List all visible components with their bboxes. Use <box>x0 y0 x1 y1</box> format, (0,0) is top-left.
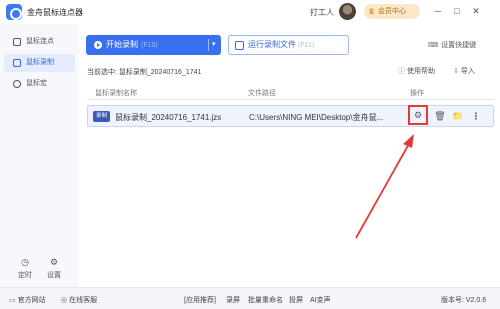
minimize-icon[interactable]: ─ <box>432 6 444 16</box>
vip-center-button[interactable]: 会员中心 <box>364 4 420 19</box>
help-link[interactable]: ⓘ 使用帮助 <box>398 66 435 76</box>
headset-icon: ◎ <box>61 297 68 304</box>
app-link-screen-record[interactable]: 录屏 <box>226 295 240 305</box>
play-icon <box>94 41 102 49</box>
row-settings-icon[interactable]: ⚙ <box>408 105 428 125</box>
app-logo-icon <box>6 4 22 20</box>
timer-button[interactable]: ◷ 定时 <box>10 257 40 280</box>
run-recording-file-button[interactable]: 运行录制文件 (F11) <box>228 35 349 55</box>
sidebar-item-label: 鼠标录制 <box>26 59 54 66</box>
current-selection: 当前选中: 鼠标录制_20240716_1741 <box>87 69 202 76</box>
run-file-icon <box>235 41 244 50</box>
keyboard-icon: ⌨ <box>428 42 439 49</box>
sidebar-item-mouse-click[interactable]: 鼠标连点 <box>4 33 75 51</box>
settings-label: 设置 <box>47 272 61 279</box>
online-service-label: 在线客服 <box>69 297 98 304</box>
app-link-ai-voice[interactable]: AI变声 <box>310 295 331 305</box>
cursor-icon <box>13 38 21 46</box>
sidebar: 鼠标连点 鼠标录制 鼠标宏 <box>0 24 79 287</box>
clock-icon: ◷ <box>21 257 29 267</box>
recording-name: 鼠标录制_20240716_1741.jzs <box>115 113 222 122</box>
column-header-path: 文件路径 <box>248 90 276 97</box>
sidebar-item-label: 鼠标宏 <box>26 80 47 87</box>
column-header-name: 鼠标录制名称 <box>95 90 137 97</box>
column-header-actions: 操作 <box>410 90 424 97</box>
sidebar-item-label: 鼠标连点 <box>26 38 54 45</box>
maximize-icon[interactable]: □ <box>451 6 463 16</box>
start-hotkey: (F10) <box>141 42 158 49</box>
run-recording-label: 运行录制文件 <box>248 40 296 49</box>
run-hotkey: (F11) <box>298 42 315 49</box>
app-title: 金舟鼠标连点器 <box>27 8 83 17</box>
title-bar: 金舟鼠标连点器 打工人 会员中心 ─ □ ✕ <box>0 0 500 24</box>
sidebar-item-mouse-record[interactable]: 鼠标录制 <box>4 54 75 72</box>
delete-icon[interactable]: 🗑 <box>433 109 447 123</box>
settings-button[interactable]: ⚙ 设置 <box>39 257 69 280</box>
macro-icon <box>13 80 21 88</box>
official-website-label: 官方网站 <box>17 297 46 304</box>
button-divider <box>208 39 209 51</box>
gear-icon: ⚙ <box>49 257 59 267</box>
record-icon <box>13 59 21 67</box>
chevron-down-icon[interactable]: ▾ <box>212 35 216 55</box>
import-link[interactable]: ⇩ 导入 <box>453 66 475 76</box>
user-name[interactable]: 打工人 <box>310 7 334 18</box>
record-file-badge: 录制 <box>93 111 110 122</box>
hotkey-settings-label: 设置快捷键 <box>441 42 477 49</box>
timer-label: 定时 <box>18 272 32 279</box>
start-recording-label: 开始录制 <box>106 40 138 49</box>
recording-path: C:\Users\NING MEI\Desktop\金舟鼠... <box>249 113 384 122</box>
official-website-link[interactable]: ▭ 官方网站 <box>9 295 46 305</box>
table-row[interactable]: 录制 鼠标录制_20240716_1741.jzs C:\Users\NING … <box>87 105 494 127</box>
app-link-batch-rename[interactable]: 批量重命名 <box>248 295 283 305</box>
folder-icon[interactable]: 📁 <box>451 109 465 123</box>
help-label: 使用帮助 <box>407 68 435 75</box>
start-recording-button[interactable]: 开始录制 (F10) ▾ <box>86 35 221 55</box>
sidebar-item-mouse-macro[interactable]: 鼠标宏 <box>4 75 75 93</box>
close-icon[interactable]: ✕ <box>470 6 482 17</box>
main-panel: 开始录制 (F10) ▾ 运行录制文件 (F11) ⌨ 设置快捷键 当前选中: 鼠标录… <box>79 24 500 287</box>
app-recommend-label: [应用推荐] <box>184 297 216 304</box>
avatar[interactable] <box>339 3 356 20</box>
monitor-icon: ▭ <box>9 297 16 304</box>
status-bar: ▭ 官方网站 ◎ 在线客服 [应用推荐] 录屏 批量重命名 投屏 AI变声 版本号:… <box>0 287 500 309</box>
version-label: 版本号: V2.0.6 <box>441 297 487 304</box>
online-service-link[interactable]: ◎ 在线客服 <box>61 295 97 305</box>
import-label: 导入 <box>460 68 475 75</box>
more-options-icon[interactable]: ⋮ <box>469 109 483 123</box>
table-header: 鼠标录制名称 文件路径 操作 <box>87 86 494 100</box>
app-link-screen-cast[interactable]: 投屏 <box>289 295 303 305</box>
hotkey-settings-link[interactable]: ⌨ 设置快捷键 <box>428 40 476 50</box>
import-icon: ⇩ <box>453 68 459 75</box>
recordings-table: 鼠标录制名称 文件路径 操作 录制 鼠标录制_20240716_1741.jzs… <box>87 86 494 127</box>
help-icon: ⓘ <box>398 68 405 75</box>
